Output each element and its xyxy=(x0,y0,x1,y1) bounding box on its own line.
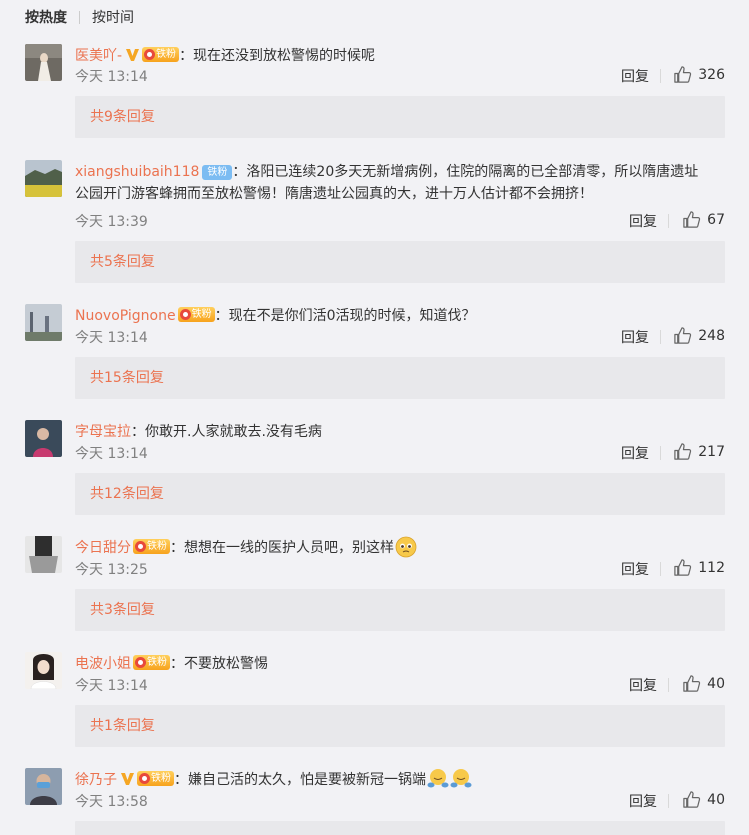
comment-text: ：你敢开.人家就敢去.没有毛病 xyxy=(131,424,322,440)
comment-text-line: 徐乃子 铁粉 ：嫌自己活的太久，怕是要被新冠一锅端 xyxy=(75,766,725,794)
comment-time: 今天 13:14 xyxy=(75,330,148,346)
iron-fan-badge: 铁粉 xyxy=(133,539,170,554)
comment-time: 今天 13:14 xyxy=(75,69,148,85)
comment-text-line: NuovoPignone 铁粉 ：现在不是你们活0活现的时候，知道伐？ xyxy=(75,302,725,330)
reply-button[interactable]: 回复 xyxy=(629,211,657,231)
thumbs-up-icon xyxy=(674,443,692,460)
comment-time: 今天 13:14 xyxy=(75,678,148,694)
reply-button[interactable]: 回复 xyxy=(621,559,649,579)
comment-text: ：现在不是你们活0活现的时候，知道伐？ xyxy=(214,308,476,324)
verified-v-icon xyxy=(126,49,140,61)
thumbs-up-icon xyxy=(683,211,701,228)
iron-fan-badge: 铁粉 xyxy=(202,165,233,180)
fan-heart-icon xyxy=(135,541,146,552)
like-button[interactable]: 217 xyxy=(673,442,725,461)
iron-fan-badge: 铁粉 xyxy=(177,307,215,322)
username-link[interactable]: 电波小姐 xyxy=(75,656,131,672)
thumbs-up-icon xyxy=(674,66,692,83)
like-button[interactable]: 112 xyxy=(673,558,725,577)
thumbs-up-icon xyxy=(674,559,692,576)
action-divider xyxy=(660,446,661,460)
comment-time: 今天 13:58 xyxy=(75,794,148,810)
comment-text: ：想想在一线的医护人员吧，别这样 xyxy=(170,540,394,556)
iron-fan-badge: 铁粉 xyxy=(133,655,170,670)
username-link[interactable]: 字母宝拉 xyxy=(75,424,131,440)
like-button[interactable]: 326 xyxy=(673,65,725,84)
username-link[interactable]: 医美吖- xyxy=(75,48,122,64)
thumbs-up-icon xyxy=(683,675,701,692)
pleading-face-icon xyxy=(395,536,417,558)
like-count: 67 xyxy=(707,211,725,228)
more-replies-button[interactable]: 共12条回复 xyxy=(75,473,725,515)
avatar[interactable] xyxy=(25,44,62,81)
avatar[interactable] xyxy=(25,536,62,573)
reply-button[interactable]: 回复 xyxy=(629,791,657,811)
comment-text-line-2: 公园开门游客蜂拥而至放松警惕！隋唐遗址公园真的大，进十万人估计都不会拥挤！ xyxy=(75,180,725,208)
comment-time: 今天 13:39 xyxy=(75,214,148,230)
thumbs-up-icon xyxy=(683,791,701,808)
sort-by-hot[interactable]: 按热度 xyxy=(25,7,67,27)
fan-heart-icon xyxy=(135,657,146,668)
avatar[interactable] xyxy=(25,160,62,197)
reply-button[interactable]: 回复 xyxy=(621,327,649,347)
like-count: 40 xyxy=(707,791,725,808)
more-replies-button[interactable]: 共15条回复 xyxy=(75,357,725,399)
action-divider xyxy=(660,562,661,576)
reply-button[interactable]: 回复 xyxy=(621,66,649,86)
avatar[interactable] xyxy=(25,304,62,341)
comment-text: ：嫌自己活的太久，怕是要被新冠一锅端 xyxy=(174,772,426,788)
like-button[interactable]: 40 xyxy=(682,674,725,693)
comment-time: 今天 13:25 xyxy=(75,562,148,578)
comment-text-continued: 公园开门游客蜂拥而至放松警惕！隋唐遗址公园真的大，进十万人估计都不会拥挤！ xyxy=(75,186,593,202)
like-count: 217 xyxy=(698,443,725,460)
like-count: 326 xyxy=(698,66,725,83)
reply-button[interactable]: 回复 xyxy=(629,675,657,695)
sort-by-time[interactable]: 按时间 xyxy=(92,7,134,27)
comment-text-line: 电波小姐 铁粉 ：不要放松警惕 xyxy=(75,650,725,678)
username-link[interactable]: 徐乃子 xyxy=(75,772,117,788)
fan-heart-icon xyxy=(179,309,191,320)
avatar[interactable] xyxy=(25,420,62,457)
avatar[interactable] xyxy=(25,652,62,689)
hugging-face-icon xyxy=(427,769,449,788)
like-count: 40 xyxy=(707,675,725,692)
username-link[interactable]: xiangshuibaih118 xyxy=(75,164,199,180)
sort-bar: 按热度 按时间 xyxy=(25,8,134,26)
fan-heart-icon xyxy=(139,773,150,784)
comment-text-line: 今日甜分 铁粉 ：想想在一线的医护人员吧，别这样 xyxy=(75,534,725,562)
action-divider xyxy=(668,794,669,808)
fan-heart-icon xyxy=(144,49,156,60)
like-button[interactable]: 248 xyxy=(673,326,725,345)
more-replies-button[interactable]: 共1条回复 xyxy=(75,705,725,747)
action-divider xyxy=(660,330,661,344)
comment-text-line: 字母宝拉：你敢开.人家就敢去.没有毛病 xyxy=(75,418,725,446)
reply-button[interactable]: 回复 xyxy=(621,443,649,463)
iron-fan-badge: 铁粉 xyxy=(142,47,180,62)
like-button[interactable]: 67 xyxy=(682,210,725,229)
more-replies-button[interactable]: 共5条回复 xyxy=(75,241,725,283)
like-count: 248 xyxy=(698,327,725,344)
comment-text: ：现在还没到放松警惕的时候呢 xyxy=(179,48,376,64)
comment-text: ：不要放松警惕 xyxy=(170,656,268,672)
like-count: 112 xyxy=(698,559,725,576)
action-divider xyxy=(668,214,669,228)
verified-v-icon xyxy=(121,773,134,785)
avatar[interactable] xyxy=(25,768,62,805)
iron-fan-badge: 铁粉 xyxy=(137,771,174,786)
sort-divider xyxy=(79,10,80,24)
more-replies-button[interactable] xyxy=(75,821,725,835)
username-link[interactable]: 今日甜分 xyxy=(75,540,131,556)
username-link[interactable]: NuovoPignone xyxy=(75,308,176,324)
like-button[interactable]: 40 xyxy=(682,790,725,809)
comment-text: ：洛阳已连续20多天无新增病例，住院的隔离的已全部清零，所以隋唐遗址 xyxy=(232,164,699,180)
more-replies-button[interactable]: 共3条回复 xyxy=(75,589,725,631)
action-divider xyxy=(660,69,661,83)
comment-time: 今天 13:14 xyxy=(75,446,148,462)
action-divider xyxy=(668,678,669,692)
thumbs-up-icon xyxy=(674,327,692,344)
hugging-face-icon xyxy=(450,769,472,788)
more-replies-button[interactable]: 共9条回复 xyxy=(75,96,725,138)
